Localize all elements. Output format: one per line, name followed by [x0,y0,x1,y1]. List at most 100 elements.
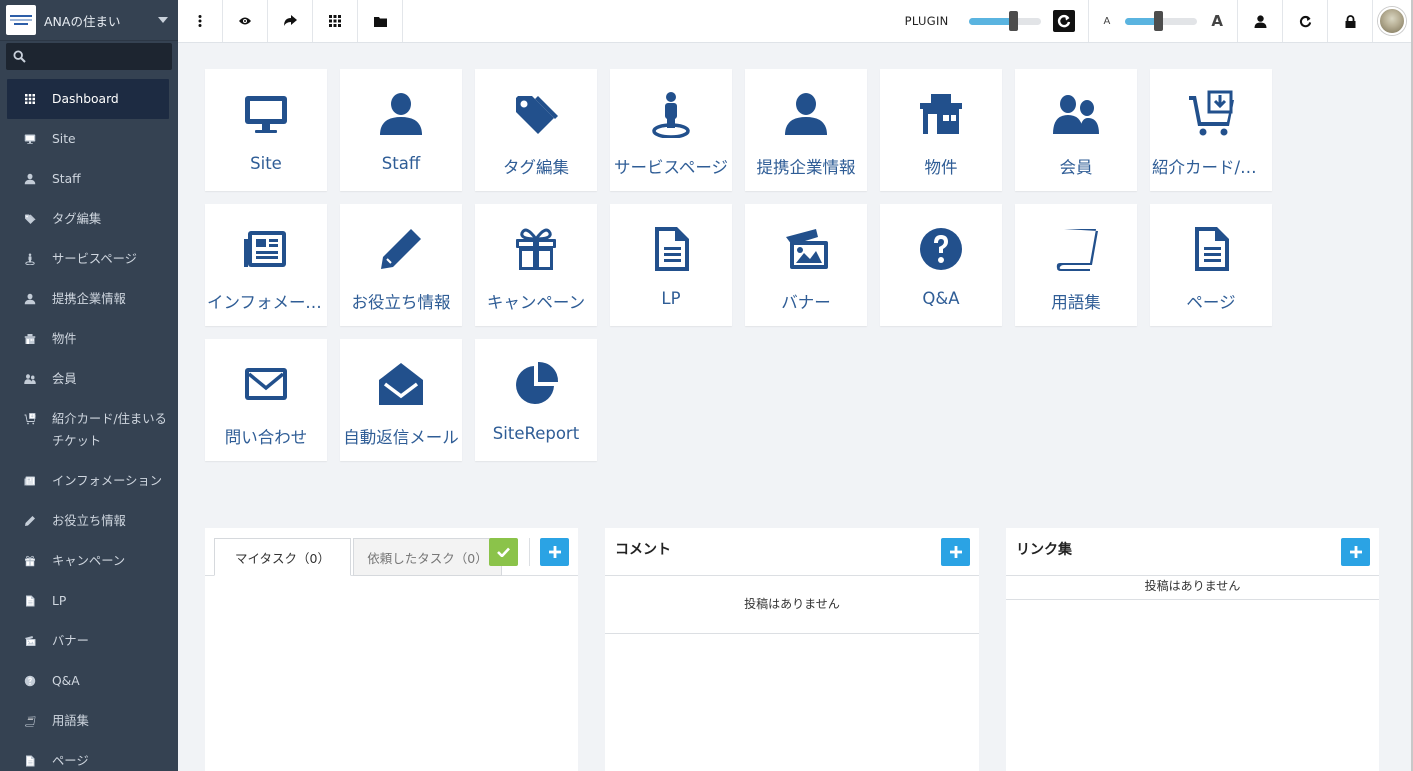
sidebar-item[interactable]: 物件 [0,319,178,359]
refresh-icon [1057,14,1070,28]
sidebar-item-label: インフォメーション [52,474,163,488]
dashboard-tile[interactable]: 自動返信メール [340,339,462,461]
search-input[interactable] [6,43,172,70]
sidebar-item[interactable]: ページ [0,741,178,771]
sidebar-item[interactable]: キャンペーン [0,541,178,581]
sidebar-item[interactable]: Dashboard [7,79,169,119]
dashboard-tile[interactable]: バナー [745,204,867,326]
user-icon [24,293,36,305]
tile-label: LP [661,289,681,308]
tile-label: Q&A [922,289,960,308]
sidebar-item[interactable]: バナー [0,621,178,661]
add-link-button[interactable] [1341,538,1370,566]
preview-button[interactable] [223,0,268,42]
sidebar-item[interactable]: インフォメーション [0,461,178,501]
sidebar-item[interactable]: 紹介カード/住まいるチケット [0,399,178,461]
tile-label: 物件 [924,158,958,177]
sidebar-item[interactable]: LP [0,581,178,621]
account-button[interactable] [1238,0,1283,42]
sidebar-search[interactable] [6,43,172,70]
sidebar-item[interactable]: Q&A [0,661,178,701]
sidebar-menu: Dashboard Site Staff タグ編集 サービスページ 提携企業情報 物件会員紹… [0,79,178,771]
complete-tasks-button[interactable] [489,538,518,566]
tab-requested-tasks[interactable]: 依頼したタスク（0） [353,538,502,576]
dashboard-tile[interactable]: ページ [1150,204,1272,326]
dashboard-tile[interactable]: 用語集 [1015,204,1137,326]
dashboard-tile[interactable]: お役立ち情報 [340,204,462,326]
font-smaller-label[interactable]: A [1104,16,1111,27]
cart-icon [1189,90,1234,136]
comment-panel: コメント 投稿はありません [605,528,979,771]
folder-icon [373,16,387,27]
street-view-icon [652,92,690,138]
comment-panel-title: コメント [615,541,671,558]
dashboard-tile[interactable]: 紹介カード/住まいるチケット [1150,69,1272,191]
dashboard-tiles: Site Staff タグ編集 サービスページ 提携企業情報 物件 会員 紹介カード/住まいる… [205,69,1285,474]
lock-button[interactable] [1328,0,1373,42]
sidebar-item[interactable]: 会員 [0,359,178,399]
font-slider-handle[interactable] [1153,10,1163,31]
font-larger-label[interactable]: A [1211,12,1223,30]
sidebar-item-label: バナー [52,634,89,648]
sidebar-item[interactable]: タグ編集 [0,199,178,239]
dashboard-tile[interactable]: キャンペーン [475,204,597,326]
site-logo [6,5,36,35]
sidebar-item[interactable]: Site [0,119,178,159]
dashboard-tile[interactable]: タグ編集 [475,69,597,191]
dashboard-tile[interactable]: インフォメーション [205,204,327,326]
font-size-control: A A [1089,0,1238,42]
pencil-icon [381,229,421,269]
images-icon [25,636,36,646]
images-icon [786,229,828,269]
dashboard-tile[interactable]: Staff [340,69,462,191]
grid-icon [329,15,341,27]
tags-icon [25,214,36,224]
sidebar-item[interactable]: お役立ち情報 [0,501,178,541]
newspaper-icon [24,476,35,486]
file-icon [26,595,35,607]
plugin-slider-fill [968,17,1014,25]
tile-label: SiteReport [492,424,580,443]
dashboard-tile[interactable]: LP [610,204,732,326]
site-switcher[interactable]: ANAの住まい [0,0,178,41]
links-empty-message: 投稿はありません [1006,576,1379,600]
sidebar-item-label: Dashboard [52,92,119,106]
sidebar-item[interactable]: 用語集 [0,701,178,741]
dashboard-tile[interactable]: Q&A [880,204,1002,326]
dashboard-tile[interactable]: 問い合わせ [205,339,327,461]
apps-button[interactable] [313,0,358,42]
tile-label: ページ [1186,293,1236,312]
sidebar-item[interactable]: サービスページ [0,239,178,279]
more-menu-button[interactable] [178,0,223,42]
dashboard-tile[interactable]: 物件 [880,69,1002,191]
dashboard-tile[interactable]: Site [205,69,327,191]
tile-label: 会員 [1059,158,1093,177]
plugin-slider[interactable] [968,10,1041,31]
sidebar-item[interactable]: Staff [0,159,178,199]
comment-empty-message: 投稿はありません [605,576,979,634]
add-comment-button[interactable] [941,538,970,566]
add-task-button[interactable] [540,538,569,566]
avatar-button[interactable] [1373,0,1411,42]
sidebar-item-label: Site [52,132,76,146]
book-icon [1056,229,1098,271]
reload-button[interactable] [1283,0,1328,42]
plugin-refresh-button[interactable] [1052,10,1075,32]
share-button[interactable] [268,0,313,42]
file-icon [1195,227,1229,271]
vertical-ellipsis-icon [198,15,202,27]
folder-button[interactable] [358,0,403,42]
house-icon [920,94,962,134]
dashboard-tile[interactable]: 提携企業情報 [745,69,867,191]
dashboard-tile[interactable]: 会員 [1015,69,1137,191]
sidebar-item[interactable]: 提携企業情報 [0,279,178,319]
sidebar-item-label: 会員 [52,372,77,386]
tab-my-tasks[interactable]: マイタスク（0） [214,538,351,576]
font-size-slider[interactable] [1125,10,1198,31]
chevron-down-icon[interactable] [158,17,168,23]
tile-label: Staff [381,154,421,173]
dashboard-tile[interactable]: SiteReport [475,339,597,461]
dashboard-tile[interactable]: サービスページ [610,69,732,191]
plugin-slider-handle[interactable] [1009,10,1019,31]
tile-label: タグ編集 [503,158,569,177]
